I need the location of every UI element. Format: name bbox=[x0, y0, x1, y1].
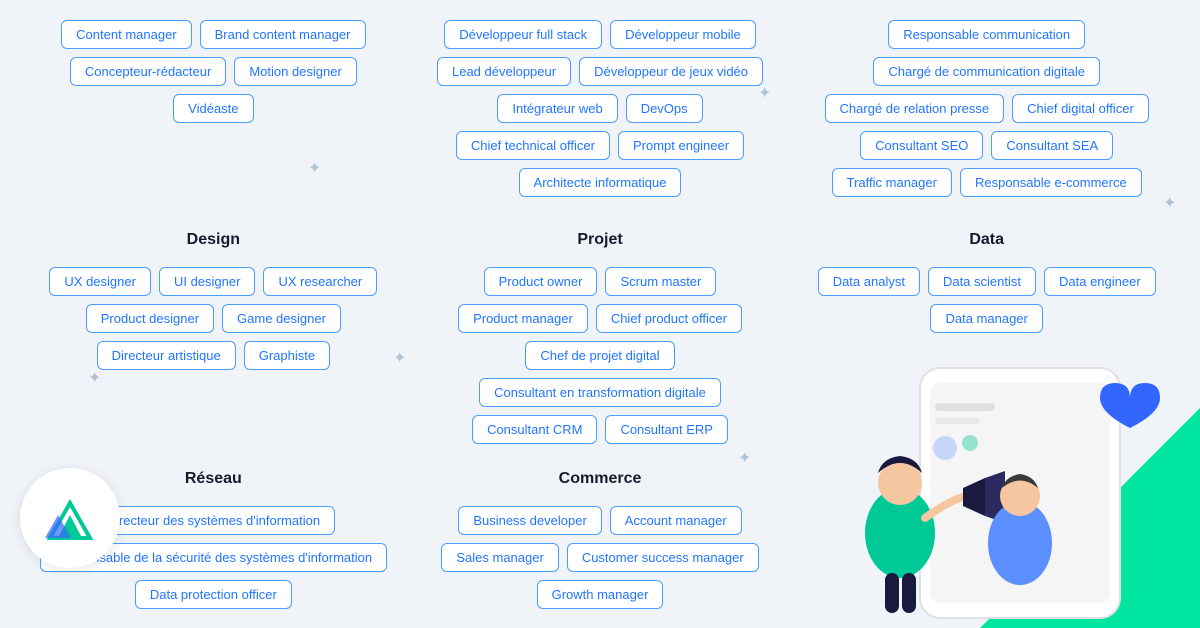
section-reseau-commerce: Réseau Directeur des systèmes d'informat… bbox=[0, 454, 1200, 617]
top-col-3-tags: Responsable communication Chargé de comm… bbox=[808, 20, 1165, 197]
tag-architecte-informatique[interactable]: Architecte informatique bbox=[519, 168, 682, 197]
tag-directeur-artistique[interactable]: Directeur artistique bbox=[97, 341, 236, 370]
projet-title: Projet bbox=[422, 231, 779, 249]
tag-consultant-seo[interactable]: Consultant SEO bbox=[860, 131, 983, 160]
tag-charge-relation-presse[interactable]: Chargé de relation presse bbox=[825, 94, 1005, 123]
tag-consultant-transformation[interactable]: Consultant en transformation digitale bbox=[479, 378, 721, 407]
tag-motion-designer[interactable]: Motion designer bbox=[234, 57, 357, 86]
tag-dpo[interactable]: Data protection officer bbox=[135, 580, 292, 609]
tag-responsable-communication[interactable]: Responsable communication bbox=[888, 20, 1085, 49]
tag-data-scientist[interactable]: Data scientist bbox=[928, 267, 1036, 296]
design-tags: UX designer UI designer UX researcher Pr… bbox=[35, 267, 392, 370]
tag-traffic-manager[interactable]: Traffic manager bbox=[832, 168, 952, 197]
tag-account-manager[interactable]: Account manager bbox=[610, 506, 742, 535]
top-col-2-tags: Développeur full stack Développeur mobil… bbox=[422, 20, 779, 197]
tag-product-manager[interactable]: Product manager bbox=[458, 304, 588, 333]
tag-videaste[interactable]: Vidéaste bbox=[173, 94, 253, 123]
tag-consultant-sea[interactable]: Consultant SEA bbox=[991, 131, 1113, 160]
tag-dev-full-stack[interactable]: Développeur full stack bbox=[444, 20, 602, 49]
tag-game-designer[interactable]: Game designer bbox=[222, 304, 341, 333]
tag-customer-success-manager[interactable]: Customer success manager bbox=[567, 543, 759, 572]
tag-growth-manager[interactable]: Growth manager bbox=[537, 580, 664, 609]
page-wrapper: ✦ ✦ ✦ ✦ ✦ ✦ Content manager Brand conten… bbox=[0, 0, 1200, 628]
tag-chief-technical-officer[interactable]: Chief technical officer bbox=[456, 131, 610, 160]
tag-brand-content-manager[interactable]: Brand content manager bbox=[200, 20, 366, 49]
tag-graphiste[interactable]: Graphiste bbox=[244, 341, 330, 370]
tag-ux-designer[interactable]: UX designer bbox=[49, 267, 151, 296]
commerce-column: Commerce Business developer Account mana… bbox=[407, 454, 794, 617]
tag-dsi[interactable]: Directeur des systèmes d'information bbox=[92, 506, 335, 535]
top-section: Content manager Brand content manager Co… bbox=[0, 0, 1200, 205]
tag-sales-manager[interactable]: Sales manager bbox=[441, 543, 558, 572]
commerce-title: Commerce bbox=[422, 470, 779, 488]
data-title: Data bbox=[808, 231, 1165, 249]
tag-devops[interactable]: DevOps bbox=[626, 94, 703, 123]
data-column: Data Data analyst Data scientist Data en… bbox=[793, 213, 1180, 454]
tag-consultant-erp[interactable]: Consultant ERP bbox=[605, 415, 728, 444]
tag-chief-product-officer[interactable]: Chief product officer bbox=[596, 304, 742, 333]
tag-chief-digital-officer[interactable]: Chief digital officer bbox=[1012, 94, 1149, 123]
top-col-3: Responsable communication Chargé de comm… bbox=[793, 12, 1180, 205]
tag-dev-mobile[interactable]: Développeur mobile bbox=[610, 20, 756, 49]
tag-data-manager[interactable]: Data manager bbox=[930, 304, 1042, 333]
tag-ux-researcher[interactable]: UX researcher bbox=[263, 267, 377, 296]
tag-product-designer[interactable]: Product designer bbox=[86, 304, 214, 333]
tag-lead-dev[interactable]: Lead développeur bbox=[437, 57, 571, 86]
tag-concepteur-redacteur[interactable]: Concepteur-rédacteur bbox=[70, 57, 226, 86]
tag-data-analyst[interactable]: Data analyst bbox=[818, 267, 920, 296]
commerce-tags: Business developer Account manager Sales… bbox=[422, 506, 779, 609]
design-column: Design UX designer UI designer UX resear… bbox=[20, 213, 407, 454]
top-col-2: Développeur full stack Développeur mobil… bbox=[407, 12, 794, 205]
top-col-1: Content manager Brand content manager Co… bbox=[20, 12, 407, 205]
tag-integrateur-web[interactable]: Intégrateur web bbox=[497, 94, 617, 123]
tag-charge-communication-digitale[interactable]: Chargé de communication digitale bbox=[873, 57, 1100, 86]
tag-prompt-engineer[interactable]: Prompt engineer bbox=[618, 131, 744, 160]
design-title: Design bbox=[35, 231, 392, 249]
tag-chef-projet-digital[interactable]: Chef de projet digital bbox=[525, 341, 674, 370]
projet-column: Projet Product owner Scrum master Produc… bbox=[407, 213, 794, 454]
tag-consultant-crm[interactable]: Consultant CRM bbox=[472, 415, 597, 444]
data-tags: Data analyst Data scientist Data enginee… bbox=[808, 267, 1165, 333]
tag-business-developer[interactable]: Business developer bbox=[458, 506, 601, 535]
tag-scrum-master[interactable]: Scrum master bbox=[605, 267, 716, 296]
empty-col bbox=[793, 454, 1180, 617]
tag-content-manager[interactable]: Content manager bbox=[61, 20, 191, 49]
top-col-1-tags: Content manager Brand content manager Co… bbox=[35, 20, 392, 123]
tag-data-engineer[interactable]: Data engineer bbox=[1044, 267, 1156, 296]
logo bbox=[20, 468, 120, 568]
tag-dev-jeux-video[interactable]: Développeur de jeux vidéo bbox=[579, 57, 763, 86]
tag-ui-designer[interactable]: UI designer bbox=[159, 267, 255, 296]
tag-product-owner[interactable]: Product owner bbox=[484, 267, 598, 296]
tag-responsable-ecommerce[interactable]: Responsable e-commerce bbox=[960, 168, 1142, 197]
section-design-projet-data: Design UX designer UI designer UX resear… bbox=[0, 213, 1200, 454]
projet-tags: Product owner Scrum master Product manag… bbox=[422, 267, 779, 444]
